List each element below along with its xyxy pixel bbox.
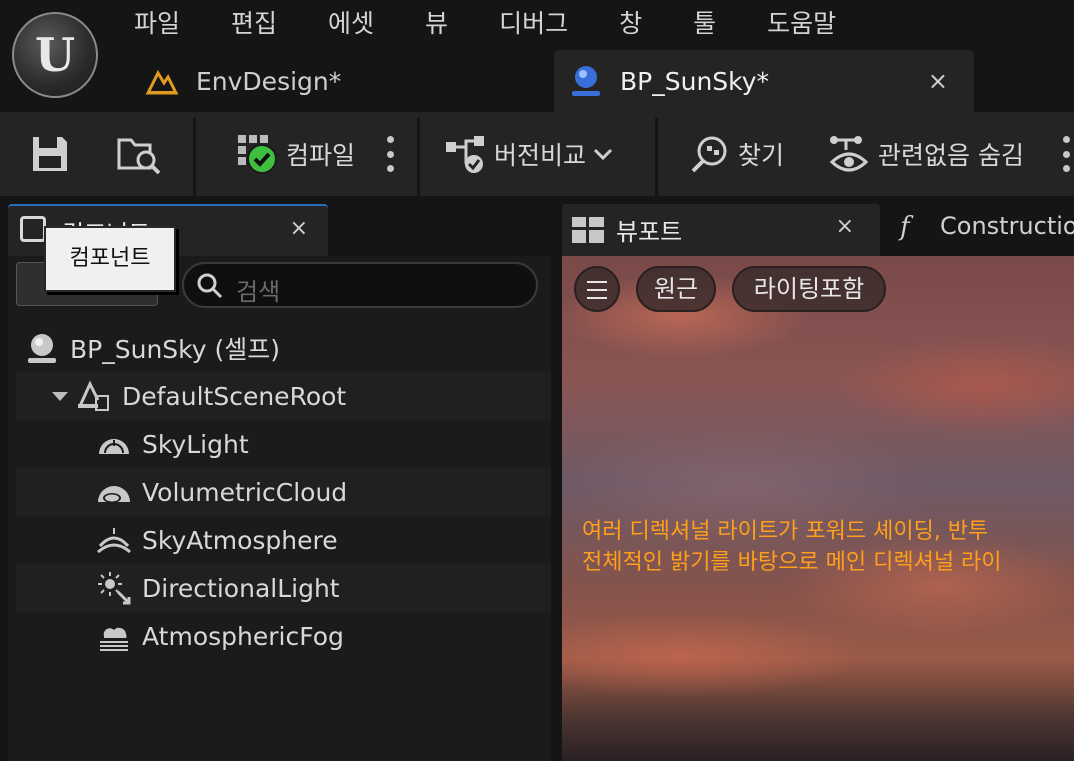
lit-mode-button[interactable]: 라이팅포함: [732, 266, 886, 312]
unreal-logo-icon[interactable]: U: [12, 12, 98, 98]
save-button[interactable]: [30, 112, 70, 196]
separator: [193, 118, 196, 196]
tree-item-atmospheric-fog[interactable]: AtmosphericFog: [16, 612, 551, 660]
viewport-canvas[interactable]: 원근 라이팅포함 여러 디렉셔널 라이트가 포워드 셰이딩, 반투 전체적인 밝…: [562, 256, 1074, 761]
fog-icon: [96, 618, 132, 654]
viewport-tab-bar: 뷰포트 × f Construction Script: [562, 204, 1074, 256]
hide-unrelated-button[interactable]: 관련없음 숨김: [828, 112, 1024, 196]
menu-bar: 파일 편집 에셋 뷰 디버그 창 툴 도움말: [118, 4, 871, 44]
tree-item-label: SkyLight: [142, 429, 249, 459]
tab-label: EnvDesign*: [196, 66, 342, 96]
diff-label: 버전비교: [494, 141, 587, 170]
compile-label: 컴파일: [286, 141, 356, 170]
search-placeholder: 검색: [236, 278, 281, 306]
title-bar: U 파일 편집 에셋 뷰 디버그 창 툴 도움말 EnvDesign* BP_S…: [0, 0, 1074, 112]
search-input[interactable]: 검색: [182, 262, 538, 308]
compile-check-icon: [238, 135, 277, 174]
tree-item-label: DirectionalLight: [142, 573, 340, 603]
menu-edit[interactable]: 편집: [215, 4, 293, 44]
tree-item-label: SkyAtmosphere: [142, 525, 338, 555]
chevron-down-icon: [593, 148, 613, 161]
toolbar: 컴파일 버전비교 찾기 관련없음 숨김: [0, 112, 1074, 196]
expand-arrow-icon: [52, 392, 68, 401]
hide-unrelated-label: 관련없음 숨김: [878, 141, 1024, 170]
find-button[interactable]: 찾기: [690, 112, 784, 196]
viewport-options-button[interactable]: [574, 266, 620, 312]
search-icon: [197, 273, 223, 299]
tree-item-label: VolumetricCloud: [142, 477, 348, 507]
more-options-icon[interactable]: [1062, 136, 1070, 172]
tree-item-label: DefaultSceneRoot: [122, 381, 347, 411]
tree-item-label: BP_SunSky (셀프): [70, 335, 280, 364]
diff-button[interactable]: 버전비교: [444, 112, 614, 196]
hide-unrelated-icon: [829, 136, 869, 172]
blueprint-actor-icon: [568, 63, 604, 99]
cloud-icon: [96, 474, 132, 510]
atmosphere-icon: [96, 522, 132, 558]
menu-view[interactable]: 뷰: [409, 4, 464, 44]
save-icon: [33, 137, 67, 171]
warning-line: 전체적인 밝기를 바탕으로 메인 디렉셔널 라이: [582, 550, 1002, 575]
warning-line: 여러 디렉셔널 라이트가 포워드 셰이딩, 반투: [582, 519, 989, 544]
tab-label: Construction Script: [940, 212, 1074, 240]
separator: [417, 118, 420, 196]
scene-root-icon: [76, 378, 112, 414]
tree-item-label: AtmosphericFog: [142, 621, 344, 651]
directional-light-icon: [96, 570, 132, 606]
tree-item-volumetric-cloud[interactable]: VolumetricCloud: [16, 468, 551, 516]
menu-debug[interactable]: 디버그: [483, 4, 584, 44]
browse-folder-icon: [117, 138, 161, 175]
close-icon[interactable]: ×: [928, 67, 948, 95]
level-icon: [144, 63, 180, 99]
menu-help[interactable]: 도움말: [751, 4, 852, 44]
separator: [655, 118, 658, 196]
menu-file[interactable]: 파일: [118, 4, 196, 44]
hamburger-icon: [587, 281, 607, 299]
close-icon[interactable]: ×: [836, 214, 854, 239]
tree-item-bp-sunsky[interactable]: BP_SunSky (셀프): [16, 324, 551, 372]
sunsky-icon: [24, 330, 60, 366]
perspective-button[interactable]: 원근: [636, 266, 716, 312]
skylight-icon: [96, 426, 132, 462]
tab-construction-script[interactable]: f Construction Script: [884, 204, 1074, 256]
component-tree: BP_SunSky (셀프) DefaultSceneRoot SkyLight…: [16, 324, 551, 660]
viewport-warning: 여러 디렉셔널 라이트가 포워드 셰이딩, 반투 전체적인 밝기를 바탕으로 메…: [582, 516, 1074, 578]
find-label: 찾기: [738, 141, 785, 170]
tab-label: 뷰포트: [616, 218, 683, 246]
menu-tools[interactable]: 툴: [677, 4, 732, 44]
close-icon[interactable]: ×: [290, 216, 308, 241]
find-icon: [691, 136, 727, 173]
tree-item-skylight[interactable]: SkyLight: [16, 420, 551, 468]
menu-window[interactable]: 창: [603, 4, 658, 44]
components-tooltip: 컴포넌트: [44, 226, 176, 292]
tab-viewport[interactable]: 뷰포트 ×: [562, 204, 880, 256]
diff-icon: [446, 136, 484, 173]
components-icon: [20, 216, 46, 242]
tree-item-directional-light[interactable]: DirectionalLight: [16, 564, 551, 612]
viewport-grid-icon: [572, 217, 604, 243]
menu-asset[interactable]: 에셋: [312, 4, 390, 44]
function-icon: f: [900, 212, 910, 242]
tree-item-sky-atmosphere[interactable]: SkyAtmosphere: [16, 516, 551, 564]
tab-bp-sunsky[interactable]: BP_SunSky* ×: [554, 50, 974, 112]
compile-options-icon[interactable]: [386, 136, 394, 172]
browse-button[interactable]: [116, 112, 162, 196]
tree-item-default-scene-root[interactable]: DefaultSceneRoot: [16, 372, 551, 420]
tab-envdesign[interactable]: EnvDesign*: [130, 50, 550, 112]
tab-label: BP_SunSky*: [620, 66, 770, 96]
viewport-panel: 뷰포트 × f Construction Script 원근 라이팅포함 여러 …: [562, 204, 1074, 761]
compile-button[interactable]: 컴파일: [236, 112, 355, 196]
